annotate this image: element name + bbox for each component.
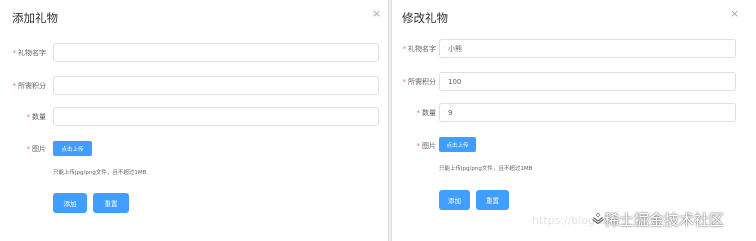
gift-name-input[interactable] <box>439 39 736 58</box>
required-star: * <box>416 109 421 117</box>
required-star: * <box>416 142 421 150</box>
gift-name-label: * 礼物名字 <box>403 44 437 54</box>
image-label-text: 图片 <box>422 142 436 150</box>
points-label-text: 所需积分 <box>408 78 436 86</box>
add-button[interactable]: 添加 <box>53 193 87 213</box>
required-star: * <box>402 45 407 53</box>
quantity-label: * 数量 <box>417 108 437 118</box>
required-star: * <box>26 145 31 153</box>
required-star: * <box>12 49 17 57</box>
required-star: * <box>12 82 17 90</box>
points-label: * 所需积分 <box>13 81 47 91</box>
gift-name-input[interactable] <box>53 43 379 62</box>
add-button[interactable]: 添加 <box>439 190 470 210</box>
upload-tip: 只能上传jpg/png文件，且不超过1MB <box>439 166 533 172</box>
points-label: * 所需积分 <box>403 77 437 87</box>
upload-button[interactable]: 点击上传 <box>53 141 92 156</box>
reset-button[interactable]: 重置 <box>93 193 129 213</box>
upload-button[interactable]: 点击上传 <box>439 137 476 152</box>
close-icon[interactable]: × <box>730 8 739 19</box>
points-input[interactable] <box>439 72 736 91</box>
points-label-text: 所需积分 <box>18 82 46 90</box>
dialog-title: 修改礼物 <box>402 11 448 25</box>
image-label: * 图片 <box>417 141 437 151</box>
upload-tip: 只能上传jpg/png文件，且不超过1MB <box>53 170 147 176</box>
gift-name-label: * 礼物名字 <box>13 48 47 58</box>
image-label: * 图片 <box>27 144 47 154</box>
quantity-label-text: 数量 <box>422 109 436 117</box>
quantity-input[interactable] <box>53 107 379 126</box>
image-label-text: 图片 <box>32 145 46 153</box>
quantity-input[interactable] <box>439 103 736 122</box>
gift-name-label-text: 礼物名字 <box>408 45 436 53</box>
required-star: * <box>26 113 31 121</box>
add-gift-dialog: 添加礼物 × * 礼物名字 * 所需积分 * 数量 * 图片 点击上传 只能上传jpg/… <box>0 0 388 241</box>
required-star: * <box>402 78 407 86</box>
close-icon[interactable]: × <box>372 8 381 19</box>
edit-gift-dialog: 修改礼物 × *礼物名字 *所需积分 *数量 *图片 点击上传 只能上传jpg/… <box>392 0 756 241</box>
quantity-label: * 数量 <box>27 112 47 122</box>
reset-button[interactable]: 重置 <box>476 190 509 210</box>
watermark-brand: 稀土掘金技术社区 <box>604 211 725 229</box>
gift-name-label-text: 礼物名字 <box>18 49 46 57</box>
juejin-logo-icon <box>592 212 604 224</box>
points-input[interactable] <box>53 76 379 95</box>
quantity-label-text: 数量 <box>32 113 46 121</box>
dialog-title: 添加礼物 <box>12 11 58 25</box>
